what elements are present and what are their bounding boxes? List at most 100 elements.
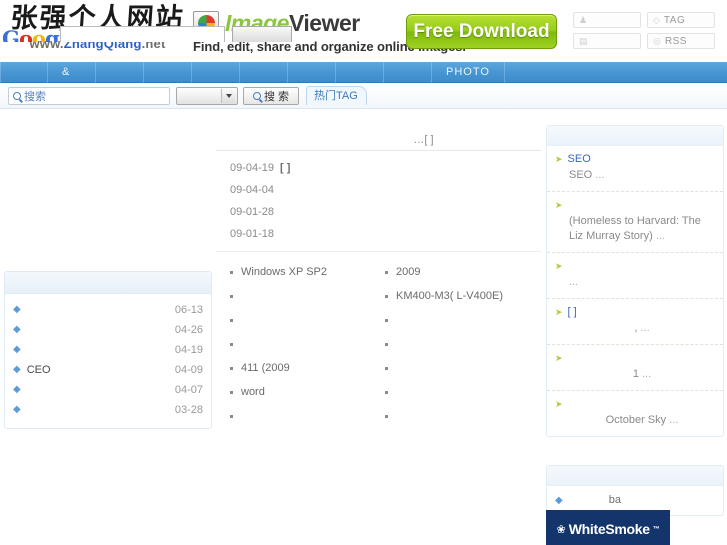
list-item[interactable]: ➤ SEO SEO ... xyxy=(547,146,723,192)
list-item[interactable]: ➤ October Sky ... xyxy=(547,391,723,436)
search-bar: 搜索 搜 索 热门TAG xyxy=(0,83,727,109)
tag-box-label: TAG xyxy=(663,14,686,26)
right-item-title-row: ➤ xyxy=(555,397,715,411)
list-item[interactable]: ➤ (Homeless to Harvard: The Liz Murray S… xyxy=(547,192,723,253)
search-button-label: 搜 索 xyxy=(263,91,290,103)
list-item-date: 04-07 xyxy=(174,384,203,396)
square-bullet-icon xyxy=(385,390,388,394)
excerpt-text: (Homeless to Harvard: The Liz Murray Sto… xyxy=(569,215,701,242)
square-bullet-icon xyxy=(385,270,388,274)
list-item[interactable]: ➤ [ ] , ... xyxy=(547,299,723,345)
excerpt-ellipsis: ... xyxy=(569,276,579,288)
square-bullet-icon xyxy=(230,318,233,322)
list-item[interactable]: ◆ 04-26 xyxy=(13,320,203,340)
diamond-icon: ◆ xyxy=(555,494,563,506)
square-bullet-icon xyxy=(230,414,233,418)
bullet-label: 411 (2009 xyxy=(241,362,290,374)
nav-item-5[interactable] xyxy=(240,61,288,83)
list-item[interactable]: word xyxy=(230,380,385,404)
list-item[interactable]: ◆ 06-13 xyxy=(13,300,203,320)
list-item[interactable] xyxy=(230,404,385,428)
right-item-excerpt: ... xyxy=(555,275,715,290)
list-item[interactable] xyxy=(230,332,385,356)
list-item[interactable] xyxy=(230,284,385,308)
right-item-title-row: ➤ [ ] xyxy=(555,305,715,319)
excerpt-text: 1 xyxy=(632,368,639,380)
right-item-link[interactable]: [ ] xyxy=(568,305,577,319)
bullet-label: 2009 xyxy=(396,266,421,278)
google-search-input[interactable] xyxy=(60,26,225,42)
list-item[interactable]: 09-04-04 xyxy=(230,179,541,201)
right-item-excerpt: SEO ... xyxy=(555,168,715,183)
right-item-title-row: ➤ SEO xyxy=(555,152,715,166)
list-item[interactable]: 411 (2009 xyxy=(230,356,385,380)
nav-item-4[interactable] xyxy=(192,61,240,83)
right-item-excerpt: , ... xyxy=(555,321,715,336)
search-placeholder: 搜索 xyxy=(24,91,46,103)
list-item[interactable] xyxy=(385,356,540,380)
excerpt-text: SEO xyxy=(569,169,593,181)
right-panel-header xyxy=(547,126,723,146)
hot-tag-tab[interactable]: 热门TAG xyxy=(306,86,367,105)
list-item[interactable]: ➤ ... xyxy=(547,253,723,299)
list-item[interactable] xyxy=(385,308,540,332)
list-item[interactable]: ◆ 03-28 xyxy=(13,400,203,420)
list-item[interactable]: 09-04-19 [ ] xyxy=(230,157,541,179)
nav-item-6[interactable] xyxy=(288,61,336,83)
middle-column: …[ ] 09-04-19 [ ] 09-04-04 09-01-28 09-0… xyxy=(216,125,541,428)
nav-item-1[interactable]: & xyxy=(48,61,96,83)
post-title: [ ] xyxy=(280,162,291,174)
google-letter-0: G xyxy=(2,26,20,42)
flower-icon: ❀ xyxy=(556,523,566,536)
nav-item-2[interactable] xyxy=(96,61,144,83)
chevron-right-icon: ➤ xyxy=(555,353,563,363)
list-item[interactable]: 2009 xyxy=(385,260,540,284)
list-item[interactable]: KM400-M3( L-V400E) xyxy=(385,284,540,308)
nav-item-0[interactable] xyxy=(0,61,48,83)
whitesmoke-ad-label: WhiteSmoke xyxy=(568,521,650,537)
nav-item-7[interactable] xyxy=(336,61,384,83)
list-item[interactable]: ➤ 1 ... xyxy=(547,345,723,391)
list-item[interactable] xyxy=(385,380,540,404)
google-letter-3: g xyxy=(44,26,60,42)
chevron-right-icon: ➤ xyxy=(555,261,563,271)
main-navigation: & PHOTO xyxy=(0,61,727,83)
list-item-date: 04-09 xyxy=(174,364,203,376)
diamond-icon: ◆ xyxy=(13,344,21,355)
square-bullet-icon xyxy=(385,414,388,418)
nav-item-8[interactable] xyxy=(384,61,432,83)
list-item[interactable]: Windows XP SP2 xyxy=(230,260,385,284)
left-column: ◆ 06-13 ◆ 04-26 ◆ 04-19 ◆ CEO 04-09 ◆ 04… xyxy=(4,271,212,429)
right-item-link[interactable]: SEO xyxy=(568,152,591,166)
right-item-excerpt: (Homeless to Harvard: The Liz Murray Sto… xyxy=(555,214,715,244)
diamond-icon: ◆ xyxy=(13,384,21,395)
bullet-column-left: Windows XP SP2 411 (2009 word xyxy=(230,260,385,428)
list-item[interactable] xyxy=(230,308,385,332)
list-item-date: 06-13 xyxy=(174,304,203,316)
google-search-button[interactable] xyxy=(232,26,292,42)
square-bullet-icon xyxy=(230,270,233,274)
search-button[interactable]: 搜 索 xyxy=(243,87,299,105)
search-input[interactable]: 搜索 xyxy=(8,87,170,105)
list-item[interactable]: 09-01-28 xyxy=(230,201,541,223)
nav-item-3[interactable] xyxy=(144,61,192,83)
right-item-excerpt: October Sky ... xyxy=(555,413,715,428)
list-item[interactable] xyxy=(385,332,540,356)
list-item[interactable]: ◆ ba xyxy=(547,491,723,509)
nav-item-photo[interactable]: PHOTO xyxy=(432,61,505,83)
list-item[interactable]: ◆ CEO 04-09 xyxy=(13,360,203,380)
post-date: 09-04-19 xyxy=(230,162,275,174)
search-scope-select[interactable] xyxy=(176,87,238,105)
excerpt-ellipsis: ... xyxy=(595,169,605,181)
diamond-icon: ◆ xyxy=(13,324,21,335)
nav-item-list: & PHOTO xyxy=(0,61,727,83)
whitesmoke-ad[interactable]: ❀ WhiteSmoke ™ xyxy=(546,510,670,545)
list-item[interactable]: ◆ 04-19 xyxy=(13,340,203,360)
excerpt-ellipsis: ... xyxy=(655,230,665,242)
list-item[interactable]: 09-01-18 xyxy=(230,223,541,245)
square-bullet-icon xyxy=(385,294,388,298)
list-item-date: 03-28 xyxy=(174,404,203,416)
search-icon xyxy=(13,92,21,100)
list-item[interactable] xyxy=(385,404,540,428)
list-item[interactable]: ◆ 04-07 xyxy=(13,380,203,400)
